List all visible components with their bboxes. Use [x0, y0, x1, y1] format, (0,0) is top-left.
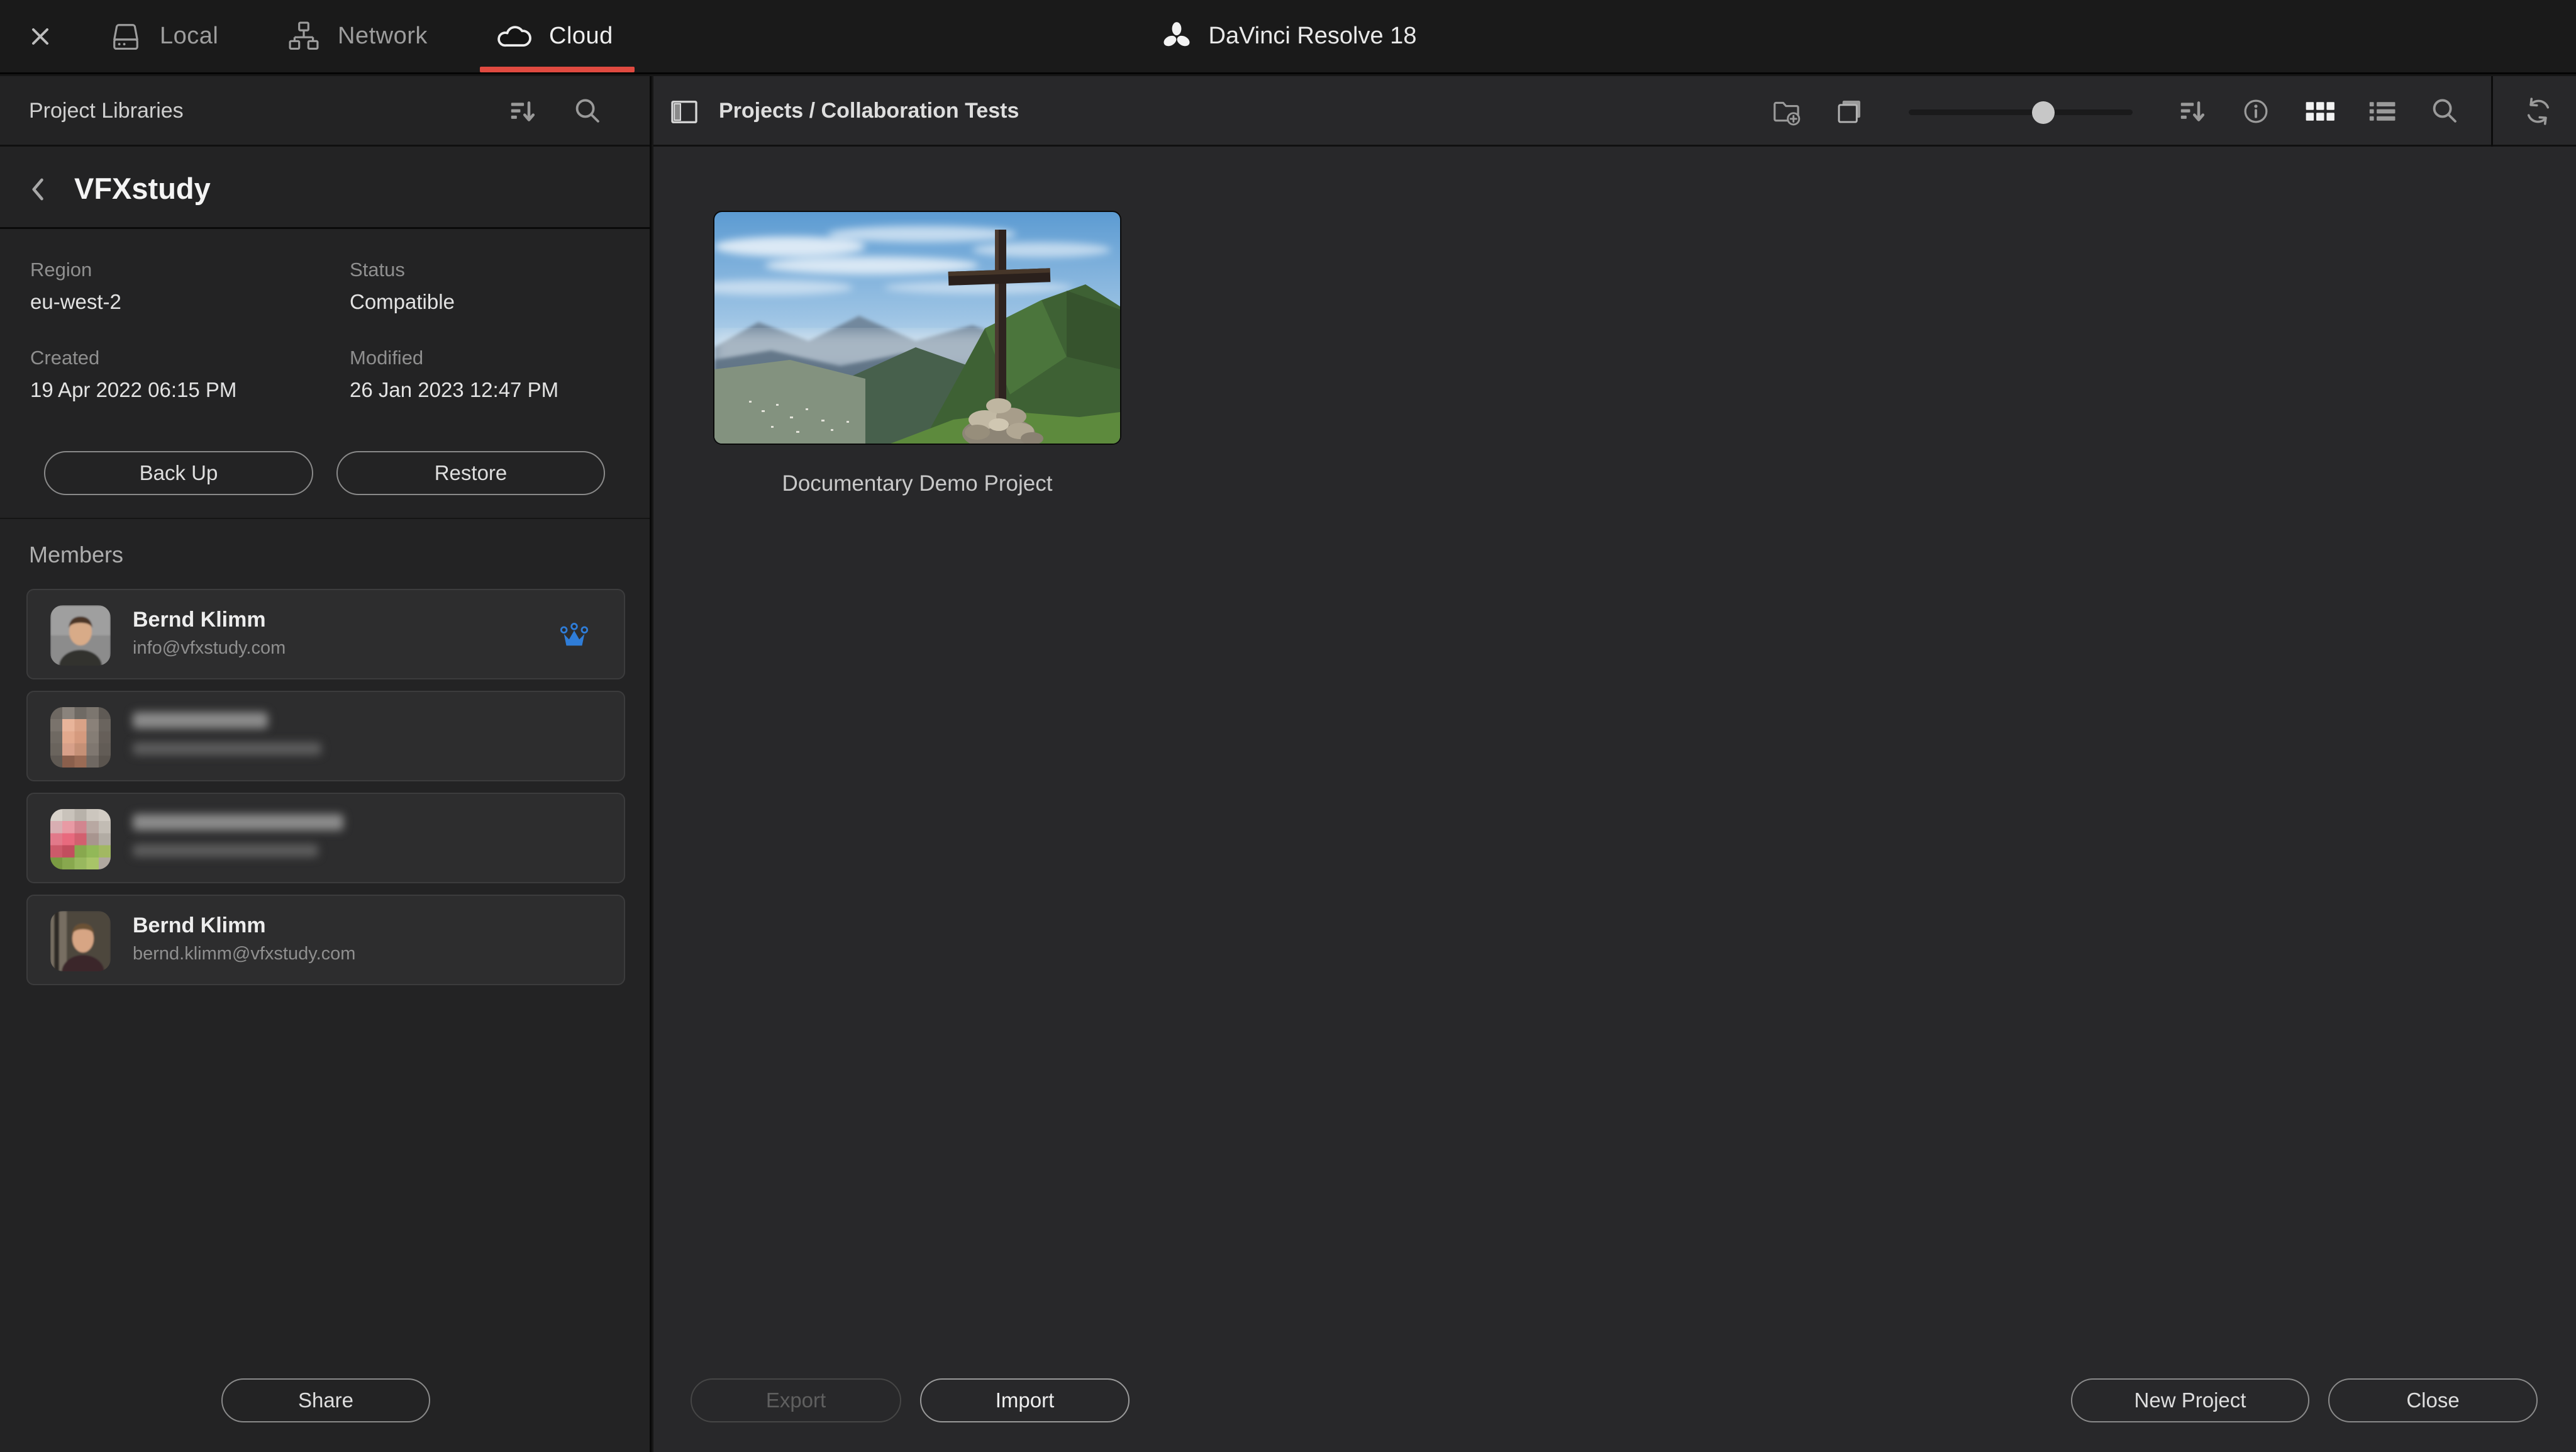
list-view-icon	[2365, 95, 2398, 128]
list-view-button[interactable]	[2365, 95, 2398, 128]
left-panel-header: Project Libraries	[0, 76, 650, 147]
member-row-redacted-2[interactable]	[26, 793, 625, 883]
projects-panel: Projects / Collaboration Tests Documenta…	[653, 76, 2576, 1452]
preview-toggle-icon	[1833, 95, 1866, 128]
projects-toolbar	[1770, 76, 2576, 147]
close-button[interactable]: Close	[2328, 1378, 2538, 1422]
project-libraries-panel: Project Libraries VFXstudy Region eu-wes…	[0, 76, 652, 1452]
refresh-icon	[2522, 95, 2555, 128]
project-info-button[interactable]	[2240, 95, 2272, 128]
member-name: Bernd Klimm	[133, 608, 266, 632]
field-region: Region eu-west-2	[30, 259, 121, 313]
sort-icon	[2177, 95, 2209, 128]
chevron-left-icon	[26, 176, 53, 203]
export-button[interactable]: Export	[691, 1378, 901, 1422]
member-row-bernd-klimm[interactable]: Bernd Klimm bernd.klimm@vfxstudy.com	[26, 895, 625, 985]
active-tab-underline	[480, 67, 635, 72]
tab-local-label: Local	[160, 23, 219, 49]
redacted-email	[133, 742, 321, 755]
import-button[interactable]: Import	[920, 1378, 1130, 1422]
sort-icon	[507, 95, 540, 128]
window-title-text: DaVinci Resolve 18	[1208, 23, 1417, 49]
close-icon	[28, 24, 53, 49]
grid-view-icon	[2302, 95, 2335, 128]
members-divider	[0, 518, 650, 519]
restore-button[interactable]: Restore	[336, 451, 605, 495]
members-list: Bernd Klimm info@vfxstudy.com Bernd Klim…	[26, 589, 625, 997]
avatar-pixelated	[50, 707, 111, 768]
redacted-email	[133, 844, 318, 857]
search-icon	[571, 95, 604, 128]
library-info: Region eu-west-2 Status Compatible Creat…	[0, 259, 650, 402]
back-up-button[interactable]: Back Up	[44, 451, 313, 495]
field-modified: Modified 26 Jan 2023 12:47 PM	[350, 347, 559, 401]
library-back-button[interactable]	[25, 175, 54, 204]
toolbar-divider	[2491, 76, 2493, 147]
project-sort-button[interactable]	[2177, 95, 2209, 128]
projects-header: Projects / Collaboration Tests	[653, 76, 2576, 147]
project-thumbnail[interactable]	[714, 212, 1120, 444]
new-project-button[interactable]: New Project	[2071, 1378, 2309, 1422]
field-created: Created 19 Apr 2022 06:15 PM	[30, 347, 237, 401]
avatar-pixelated	[50, 809, 111, 869]
library-actions: Back Up Restore	[0, 451, 650, 495]
davinci-logo	[1160, 20, 1194, 53]
zoom-slider-thumb[interactable]	[2031, 101, 2055, 124]
avatar	[50, 911, 111, 971]
member-email: info@vfxstudy.com	[133, 638, 286, 658]
left-panel-title: Project Libraries	[29, 99, 184, 123]
top-bar: Local Network Cloud DaVinci Resolve 18	[0, 0, 2576, 74]
avatar	[50, 605, 111, 666]
library-name: VFXstudy	[74, 172, 211, 205]
library-header: VFXstudy	[0, 148, 650, 229]
tab-cloud-label: Cloud	[549, 23, 613, 49]
project-card-documentary-demo[interactable]: Documentary Demo Project	[714, 212, 1120, 496]
breadcrumb: Projects / Collaboration Tests	[719, 99, 1019, 123]
field-status: Status Compatible	[350, 259, 455, 313]
panel-toggle-button[interactable]	[669, 96, 700, 128]
library-search-button[interactable]	[571, 95, 604, 128]
thumbnail-zoom-slider[interactable]	[1909, 95, 2133, 128]
tab-local[interactable]: Local	[108, 0, 218, 72]
info-icon	[2240, 96, 2272, 127]
new-folder-icon	[1770, 95, 1803, 128]
close-window-button[interactable]	[23, 19, 58, 54]
grid-view-button[interactable]	[2302, 95, 2335, 128]
tab-cloud[interactable]: Cloud	[494, 0, 613, 72]
refresh-button[interactable]	[2522, 95, 2555, 128]
redacted-name	[133, 712, 268, 729]
search-icon	[2428, 95, 2461, 128]
member-row-bernd-klimm-owner[interactable]: Bernd Klimm info@vfxstudy.com	[26, 589, 625, 679]
tab-network-label: Network	[338, 23, 428, 49]
members-title: Members	[29, 542, 124, 567]
share-button[interactable]: Share	[221, 1378, 430, 1422]
crown-icon	[558, 620, 590, 652]
network-icon	[286, 19, 321, 54]
project-title: Documentary Demo Project	[782, 471, 1053, 496]
cloud-icon	[494, 17, 533, 56]
project-manager-window: Local Network Cloud DaVinci Resolve 18 P…	[0, 0, 2576, 1452]
member-email: bernd.klimm@vfxstudy.com	[133, 944, 356, 964]
new-folder-button[interactable]	[1770, 95, 1803, 128]
drive-icon	[108, 19, 143, 54]
preview-toggle-button[interactable]	[1833, 95, 1866, 128]
library-sort-button[interactable]	[507, 95, 540, 128]
project-search-button[interactable]	[2428, 95, 2461, 128]
panel-toggle-icon	[669, 96, 700, 128]
member-name: Bernd Klimm	[133, 913, 266, 937]
tab-network[interactable]: Network	[286, 0, 428, 72]
redacted-name	[133, 814, 343, 830]
zoom-slider-track[interactable]	[1909, 109, 2133, 115]
member-row-redacted-1[interactable]	[26, 691, 625, 781]
